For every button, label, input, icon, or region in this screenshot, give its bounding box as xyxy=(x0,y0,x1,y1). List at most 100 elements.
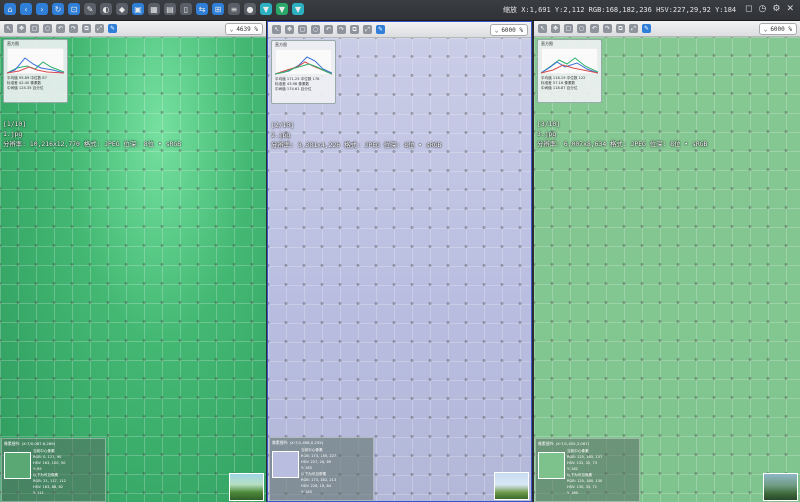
zoom-select[interactable]: ⌄ 6000 % xyxy=(758,23,797,35)
pane-toolbar: ↖ ✥ ▢ ○ ↶ ↷ ⧉ ⤢ ✎ ⌄ 6000 % xyxy=(534,21,800,37)
circle-tool-icon[interactable]: ○ xyxy=(43,24,52,33)
refresh-icon[interactable]: ↻ xyxy=(52,3,64,15)
move-tool-icon[interactable]: ✥ xyxy=(551,24,560,33)
move-tool-icon[interactable]: ✥ xyxy=(17,24,26,33)
forward-icon[interactable]: › xyxy=(36,3,48,15)
fit-icon[interactable]: ⤢ xyxy=(95,24,104,33)
pixel-values-overlay xyxy=(534,37,800,502)
image-pane-3[interactable]: ↖ ✥ ▢ ○ ↶ ↷ ⧉ ⤢ ✎ ⌄ 6000 % 直方图 平均值 118.19… xyxy=(534,21,800,502)
image-pane-1[interactable]: ↖ ✥ ▢ ○ ↶ ↷ ⧉ ⤢ ✎ ⌄ 4639 % 直方图 平均值 95.89 … xyxy=(0,21,266,502)
layers-icon[interactable]: ▤ xyxy=(164,3,176,15)
zoom-chevron-icon: ⌄ xyxy=(229,25,234,33)
hist-stat-line: 中间值 124.35 百分位 xyxy=(7,86,44,90)
loupe-values: 当前中心像素 RGB: 125, 185, 137 HSV: 132, 32, … xyxy=(567,448,602,496)
contrast-icon[interactable]: ◐ xyxy=(100,3,112,15)
close-icon[interactable]: ✕ xyxy=(786,4,794,15)
pane-toolbar: ↖ ✥ ▢ ○ ↶ ↷ ⧉ ⤢ ✎ ⌄ 4639 % xyxy=(0,21,266,37)
frame-icon[interactable]: ▣ xyxy=(132,3,144,15)
filter-teal-icon[interactable]: ▼ xyxy=(292,3,304,15)
eyedropper-icon[interactable]: ✎ xyxy=(642,24,651,33)
image-filename: 3.jpg xyxy=(537,130,557,138)
tag-icon[interactable]: ◆ xyxy=(116,3,128,15)
rect-tool-icon[interactable]: ▢ xyxy=(298,25,307,34)
crop-icon[interactable]: ⊡ xyxy=(68,3,80,15)
compare-icon[interactable]: ▦ xyxy=(148,3,160,15)
status-readout: 缩放 X:1,691 Y:2,112 RGB:168,182,236 HSV:2… xyxy=(503,6,737,14)
navigator-thumbnail[interactable] xyxy=(763,473,798,501)
image-index: [1/10] xyxy=(3,120,27,128)
loupe-line: Y: 111 xyxy=(33,491,44,495)
loupe-title: 像素细节: (X:7/1,455,3,067) xyxy=(538,441,590,446)
sync-icon[interactable]: ⇆ xyxy=(196,3,208,15)
histogram-panel: 直方图 平均值 118.19 中位数 122 标准差 57.16 像素数 中间值… xyxy=(537,39,602,103)
image-index: [3/10] xyxy=(537,120,561,128)
copy-icon[interactable]: ⧉ xyxy=(616,24,625,33)
loupe-title: 像素细节: (X:7/0,087.6,289) xyxy=(4,441,56,446)
hist-stat-line: 中间值 118.87 百分位 xyxy=(541,86,578,90)
image-canvas[interactable]: 直方图 平均值 118.19 中位数 122 标准差 57.16 像素数 中间值… xyxy=(534,37,800,502)
filter-icon[interactable]: ▼ xyxy=(260,3,272,15)
arrow-tool-icon[interactable]: ↖ xyxy=(272,25,281,34)
eyedropper-icon[interactable]: ✎ xyxy=(108,24,117,33)
redo-icon[interactable]: ↷ xyxy=(69,24,78,33)
rect-tool-icon[interactable]: ▢ xyxy=(30,24,39,33)
image-canvas[interactable]: 直方图 平均值 95.89 中位数 87 标准差 42.40 像素数 中间值 1… xyxy=(0,37,266,502)
doc-icon[interactable]: ▯ xyxy=(180,3,192,15)
redo-icon[interactable]: ↷ xyxy=(337,25,346,34)
zoom-select[interactable]: ⌄ 4639 % xyxy=(224,23,263,35)
move-tool-icon[interactable]: ✥ xyxy=(285,25,294,34)
pixel-loupe-panel: 像素细节: (X:7/1,455,3,067) 当前中心像素 RGB: 125,… xyxy=(535,438,640,502)
eyedropper-icon[interactable]: ✎ xyxy=(376,25,385,34)
arrow-tool-icon[interactable]: ↖ xyxy=(4,24,13,33)
image-info-overlay: [1/10] 1.jpg 分辨率: 10,216x12,770 格式: JPEG… xyxy=(3,119,181,149)
circle-tool-icon[interactable]: ○ xyxy=(311,25,320,34)
image-canvas[interactable]: 直方图 平均值 171.25 中位数 178 标准差 43.98 像素数 中间值… xyxy=(268,38,531,501)
settings-icon[interactable]: ⚙ xyxy=(772,4,780,15)
home-icon[interactable]: ⌂ xyxy=(4,3,16,15)
copy-icon[interactable]: ⧉ xyxy=(350,25,359,34)
histogram-chart xyxy=(541,48,598,74)
image-info-overlay: [2/10] 2.jpg 分辨率: 3,381x4,226 格式: JPEG 位… xyxy=(271,120,441,150)
grid-icon[interactable]: ⊞ xyxy=(212,3,224,15)
loupe-swatch xyxy=(272,451,299,478)
pen-icon[interactable]: ✎ xyxy=(84,3,96,15)
hist-stat-line: 中间值 174.61 百分位 xyxy=(275,87,312,91)
histogram-title: 直方图 xyxy=(275,42,287,47)
loupe-swatch xyxy=(538,452,565,479)
circle-tool-icon[interactable]: ○ xyxy=(577,24,586,33)
fit-icon[interactable]: ⤢ xyxy=(363,25,372,34)
titlebar-toolbar: ⌂ ‹ › ↻ ⊡ ✎ ◐ ◆ ▣ ▦ ▤ ▯ ⇆ ⊞ ≡ ● ▼ ▼ ▼ xyxy=(4,3,304,15)
histogram-panel: 直方图 平均值 171.25 中位数 178 标准差 43.98 像素数 中间值… xyxy=(271,40,336,104)
loupe-swatch xyxy=(4,452,31,479)
zoom-chevron-icon: ⌄ xyxy=(763,25,768,33)
pixel-values-overlay xyxy=(0,37,266,502)
clock-icon[interactable]: ◷ xyxy=(759,4,767,15)
back-icon[interactable]: ‹ xyxy=(20,3,32,15)
zoom-value: 6000 % xyxy=(501,26,523,34)
arrow-tool-icon[interactable]: ↖ xyxy=(538,24,547,33)
window-controls: ◻ ◷ ⚙ ✕ xyxy=(745,4,794,15)
pane-toolbar: ↖ ✥ ▢ ○ ↶ ↷ ⧉ ⤢ ✎ ⌄ 6000 % xyxy=(268,22,531,38)
image-info-overlay: [3/10] 3.jpg 分辨率: 6,007x8,634 格式: JPEG 位… xyxy=(537,119,707,149)
rect-tool-icon[interactable]: ▢ xyxy=(564,24,573,33)
stop-icon[interactable]: ◻ xyxy=(745,4,752,15)
navigator-thumbnail[interactable] xyxy=(229,473,264,501)
copy-icon[interactable]: ⧉ xyxy=(82,24,91,33)
redo-icon[interactable]: ↷ xyxy=(603,24,612,33)
image-filename: 1.jpg xyxy=(3,130,23,138)
zoom-chevron-icon: ⌄ xyxy=(494,26,499,34)
ruler-icon[interactable]: ≡ xyxy=(228,3,240,15)
histogram-panel: 直方图 平均值 95.89 中位数 87 标准差 42.40 像素数 中间值 1… xyxy=(3,39,68,103)
zoom-select[interactable]: ⌄ 6000 % xyxy=(489,24,528,36)
pixel-loupe-panel: 像素细节: (X:7/1,498,0,255) 当前中心像素 RGB: 173,… xyxy=(269,437,374,501)
histogram-title: 直方图 xyxy=(541,41,553,46)
fit-icon[interactable]: ⤢ xyxy=(629,24,638,33)
histogram-stats: 平均值 171.25 中位数 178 标准差 43.98 像素数 中间值 174… xyxy=(275,77,319,92)
undo-icon[interactable]: ↶ xyxy=(324,25,333,34)
filter-green-icon[interactable]: ▼ xyxy=(276,3,288,15)
navigator-thumbnail[interactable] xyxy=(494,472,529,500)
undo-icon[interactable]: ↶ xyxy=(56,24,65,33)
image-pane-2[interactable]: ↖ ✥ ▢ ○ ↶ ↷ ⧉ ⤢ ✎ ⌄ 6000 % 直方图 平均值 171.25… xyxy=(267,21,532,502)
palette-icon[interactable]: ● xyxy=(244,3,256,15)
undo-icon[interactable]: ↶ xyxy=(590,24,599,33)
